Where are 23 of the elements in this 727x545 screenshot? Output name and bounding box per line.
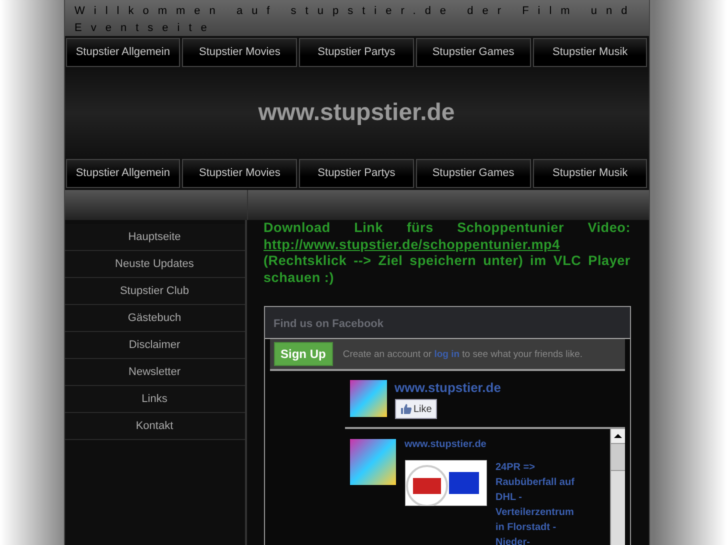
like-button[interactable]: Like bbox=[394, 399, 437, 419]
signup-prompt: Create an account or log in to see what your friends like. bbox=[342, 348, 583, 360]
widget-title: Find us on Facebook bbox=[274, 318, 384, 330]
site-title: Willkommen auf stupstier.de der Film und Eventseite bbox=[74, 5, 636, 34]
thumbs-up-icon bbox=[400, 403, 412, 415]
nav-link[interactable]: Stupstier Musik bbox=[532, 38, 648, 67]
photo-placeholder bbox=[350, 380, 386, 417]
nav-link[interactable]: Stupstier Movies bbox=[182, 159, 298, 188]
nav-link[interactable]: Stupstier Movies bbox=[182, 38, 298, 67]
download-text: Download Link fürs Schoppentunier Video: http://www.stupstier.de/schoppentunier.mp4 (Rechtsklick --> Ziel speichern unter) im VLC Player schauen :) bbox=[264, 220, 630, 286]
nav-link[interactable]: Stupstier Allgemein bbox=[66, 38, 180, 67]
banner-title: www.stupstier.de bbox=[258, 99, 455, 127]
nav-link[interactable]: Stupstier Games bbox=[416, 38, 531, 67]
nav-link[interactable]: Stupstier Allgemein bbox=[66, 159, 180, 188]
scroll-thumb[interactable] bbox=[610, 444, 624, 471]
nav-link[interactable]: Stupstier Partys bbox=[299, 159, 414, 188]
download-link[interactable]: http://www.stupstier.de/schoppentunier.mp4 bbox=[264, 236, 560, 252]
photo-placeholder bbox=[350, 439, 396, 485]
scrollbar[interactable] bbox=[610, 429, 624, 545]
post-text: 24PR => Raubüberfall auf DHL - Verteilerzentrum in Florstadt - Nieder- bbox=[496, 461, 576, 545]
nav-link[interactable]: Stupstier Partys bbox=[299, 38, 414, 67]
nav-link[interactable]: Stupstier Musik bbox=[532, 159, 648, 188]
nav-link[interactable]: Stupstier Games bbox=[416, 159, 531, 188]
